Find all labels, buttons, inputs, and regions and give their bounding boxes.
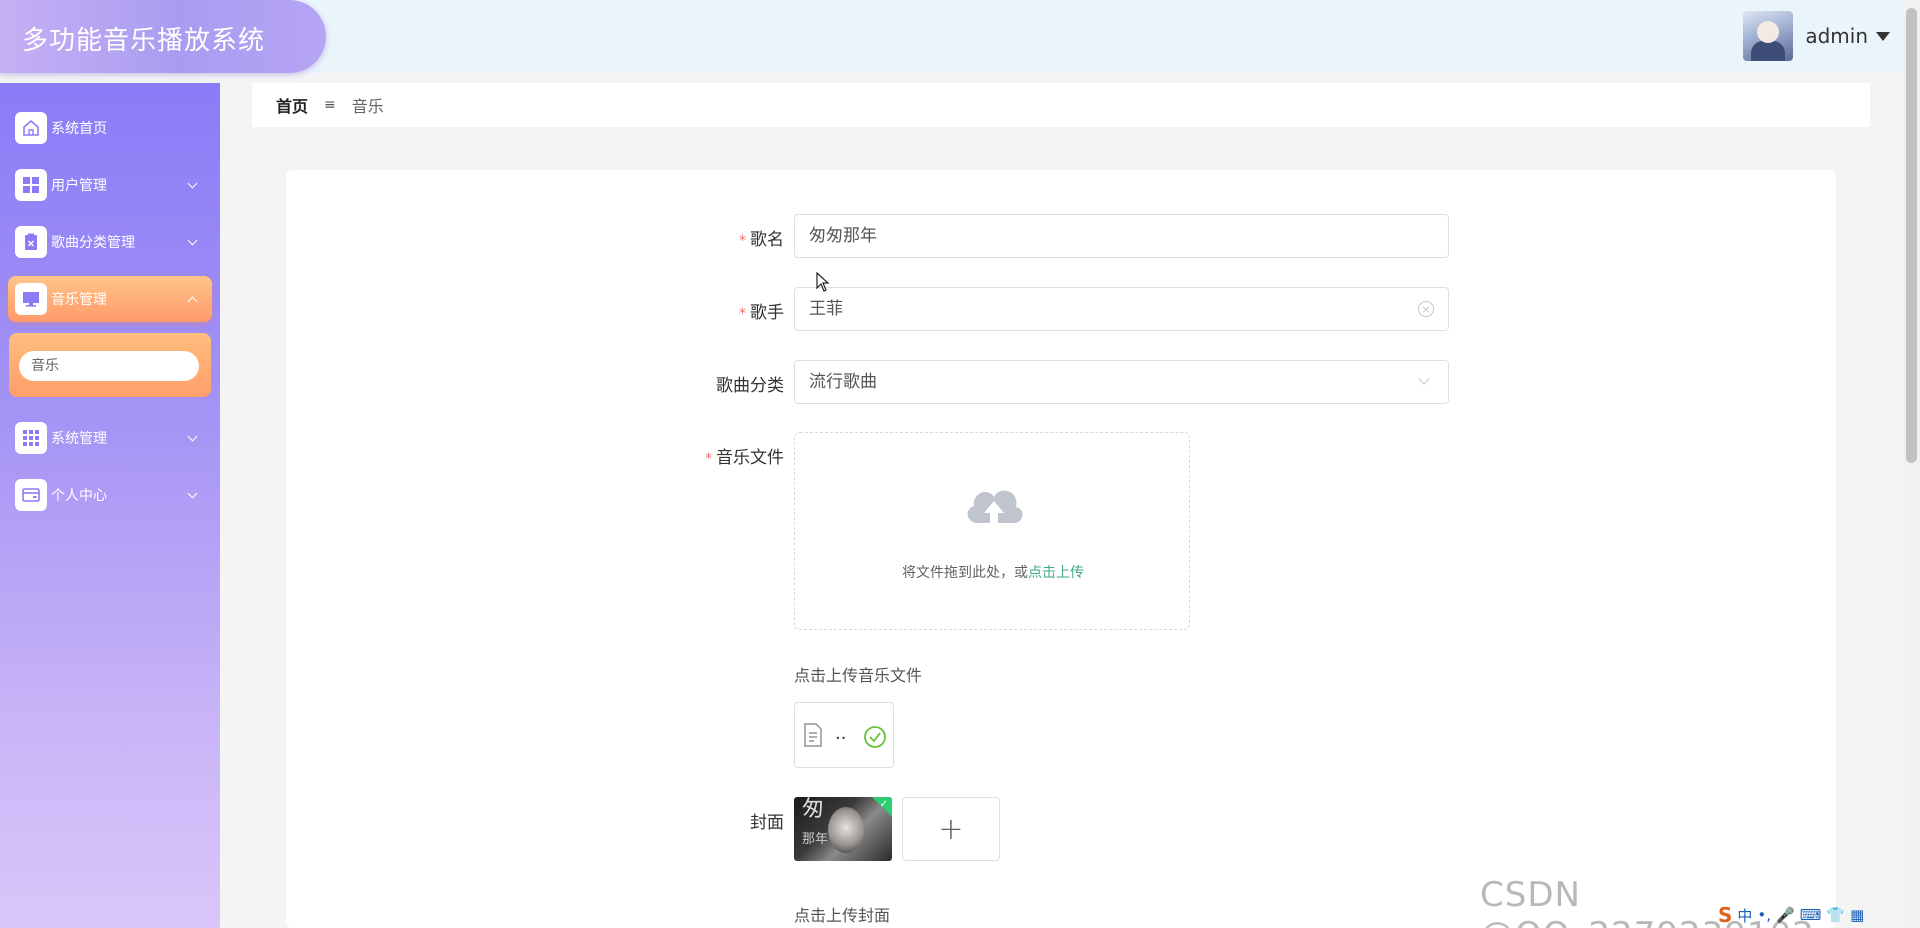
breadcrumb-current: 音乐	[351, 97, 384, 116]
sidebar-item-label: 歌曲分类管理	[51, 235, 135, 251]
user-menu[interactable]: admin	[1743, 10, 1890, 62]
category-label: 歌曲分类	[716, 376, 784, 396]
home-icon	[15, 112, 47, 144]
app-title: 多功能音乐播放系统	[22, 26, 266, 56]
monitor-icon	[15, 283, 47, 315]
singer-value: 王菲	[809, 299, 843, 319]
microphone-icon[interactable]: 🎤	[1776, 906, 1795, 924]
sidebar-item-label: 系统首页	[51, 121, 107, 137]
cover-thumbnail[interactable]: 匆 那年 ✓	[794, 797, 892, 861]
top-header: 多功能音乐播放系统 admin	[0, 0, 1920, 73]
uploaded-file-item[interactable]: ..	[794, 702, 894, 768]
grid-icon	[15, 169, 47, 201]
sidebar-item-profile[interactable]: 个人中心	[8, 472, 212, 518]
singer-label: * 歌手	[739, 303, 784, 323]
sogou-ime-icon[interactable]: S	[1718, 903, 1732, 927]
apps-icon	[15, 422, 47, 454]
song-name-input[interactable]: 匆匆那年	[794, 214, 1449, 258]
avatar[interactable]	[1743, 11, 1794, 61]
add-cover-button[interactable]: +	[902, 797, 1000, 861]
music-file-hint: 点击上传音乐文件	[794, 666, 923, 685]
chevron-down-icon	[187, 178, 198, 188]
skin-icon[interactable]: 👕	[1826, 906, 1845, 924]
sidebar-item-label: 音乐管理	[51, 292, 107, 308]
singer-input[interactable]: 王菲 ×	[794, 287, 1449, 331]
sidebar-item-home[interactable]: 系统首页	[8, 105, 212, 151]
cover-label: 封面	[750, 813, 784, 833]
chevron-down-icon	[187, 431, 198, 441]
app-logo: 多功能音乐播放系统	[0, 0, 326, 73]
chevron-down-icon	[1418, 373, 1430, 385]
system-tray: S 中 •, 🎤 ⌨ 👕 ▦	[1718, 902, 1864, 928]
sidebar-item-song-categories[interactable]: 歌曲分类管理	[8, 219, 212, 265]
caret-down-icon[interactable]	[1876, 31, 1890, 41]
check-icon: ✓	[879, 799, 888, 810]
keyboard-icon[interactable]: ⌨	[1800, 906, 1822, 924]
submenu-music: 音乐	[9, 333, 211, 397]
song-name-label: * 歌名	[739, 230, 784, 250]
ime-language[interactable]: 中	[1737, 905, 1752, 926]
sidebar: 系统首页 用户管理 歌曲分类管理 音乐管理 音乐 系统管理 个人中心	[0, 83, 220, 928]
sidebar-item-music[interactable]: 音乐管理	[8, 276, 212, 322]
breadcrumb-separator: ≡	[324, 97, 336, 113]
clipboard-icon	[15, 226, 47, 258]
card-icon	[15, 479, 47, 511]
clear-icon[interactable]: ×	[1418, 301, 1434, 317]
music-upload-dropzone[interactable]: 将文件拖到此处，或点击上传	[794, 432, 1190, 630]
plus-icon: +	[938, 811, 964, 847]
sidebar-item-label: 个人中心	[51, 488, 107, 504]
submenu-item-music[interactable]: 音乐	[19, 351, 199, 381]
mouse-cursor-icon	[816, 272, 830, 292]
breadcrumb-home[interactable]: 首页	[276, 93, 308, 117]
username[interactable]: admin	[1805, 24, 1868, 48]
upload-instructions: 将文件拖到此处，或点击上传	[902, 565, 1084, 581]
chevron-down-icon	[187, 488, 198, 498]
breadcrumb: 首页 ≡ 音乐	[252, 83, 1870, 127]
click-upload-link[interactable]: 点击上传	[1028, 565, 1084, 581]
chevron-up-icon	[187, 296, 198, 306]
toolbox-icon[interactable]: ▦	[1850, 906, 1864, 924]
chevron-down-icon	[187, 235, 198, 245]
sidebar-item-label: 用户管理	[51, 178, 107, 194]
cover-image-subtext: 那年	[802, 832, 829, 847]
success-check-icon	[864, 726, 886, 748]
cover-image-text: 匆	[802, 797, 825, 822]
cover-hint: 点击上传封面	[794, 906, 891, 925]
punctuation-icon[interactable]: •,	[1757, 906, 1771, 924]
category-value: 流行歌曲	[809, 372, 877, 392]
document-icon	[804, 723, 822, 747]
file-name: ..	[835, 723, 847, 744]
music-file-label: * 音乐文件	[705, 448, 784, 468]
sidebar-item-users[interactable]: 用户管理	[8, 162, 212, 208]
sidebar-item-label: 系统管理	[51, 431, 107, 447]
category-select[interactable]: 流行歌曲	[794, 360, 1449, 404]
sidebar-item-system[interactable]: 系统管理	[8, 415, 212, 461]
cover-portrait	[828, 807, 864, 853]
cloud-upload-icon	[967, 490, 1023, 527]
page-scrollbar[interactable]	[1903, 0, 1920, 928]
scrollbar-thumb[interactable]	[1906, 8, 1917, 463]
